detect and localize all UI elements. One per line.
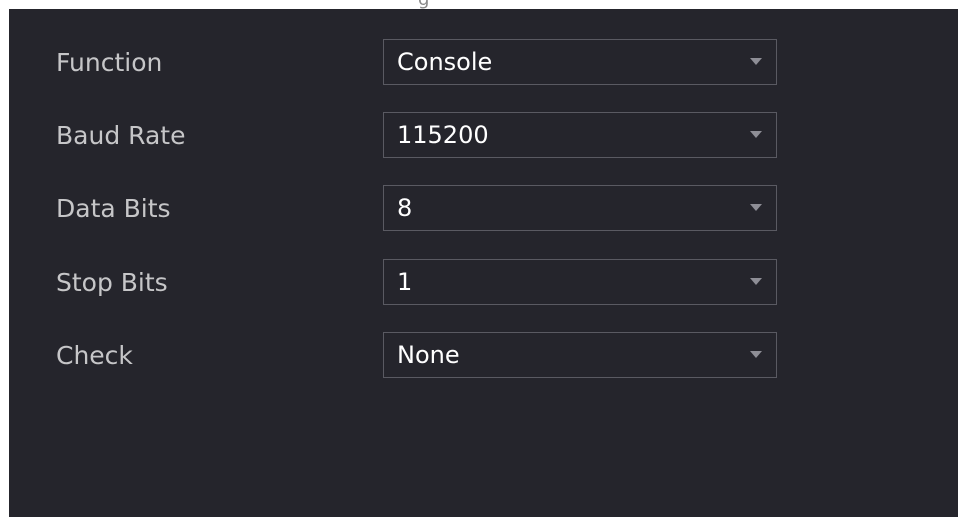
- chevron-down-icon: [750, 351, 762, 358]
- baud-rate-value: 115200: [397, 121, 489, 149]
- check-select[interactable]: None: [383, 332, 777, 378]
- stop-bits-row: Stop Bits 1: [9, 259, 958, 307]
- chevron-down-icon: [750, 278, 762, 285]
- function-row: Function Console: [9, 39, 958, 87]
- stop-bits-label: Stop Bits: [56, 268, 168, 297]
- data-bits-value: 8: [397, 194, 413, 222]
- data-bits-select[interactable]: 8: [383, 185, 777, 231]
- chevron-down-icon: [750, 58, 762, 65]
- chevron-down-icon: [750, 204, 762, 211]
- function-select[interactable]: Console: [383, 39, 777, 85]
- chevron-down-icon: [750, 131, 762, 138]
- function-value: Console: [397, 48, 493, 76]
- baud-rate-label: Baud Rate: [56, 121, 186, 150]
- check-label: Check: [56, 341, 133, 370]
- data-bits-row: Data Bits 8: [9, 185, 958, 233]
- title-bar-fragment: g: [0, 0, 959, 9]
- stop-bits-value: 1: [397, 268, 413, 296]
- function-label: Function: [56, 48, 163, 77]
- check-value: None: [397, 341, 460, 369]
- serial-port-settings-panel: Function Console Baud Rate 115200 Data B…: [9, 9, 958, 517]
- baud-rate-row: Baud Rate 115200: [9, 112, 958, 160]
- data-bits-label: Data Bits: [56, 194, 171, 223]
- stop-bits-select[interactable]: 1: [383, 259, 777, 305]
- window-title: g: [418, 0, 430, 9]
- baud-rate-select[interactable]: 115200: [383, 112, 777, 158]
- check-row: Check None: [9, 332, 958, 380]
